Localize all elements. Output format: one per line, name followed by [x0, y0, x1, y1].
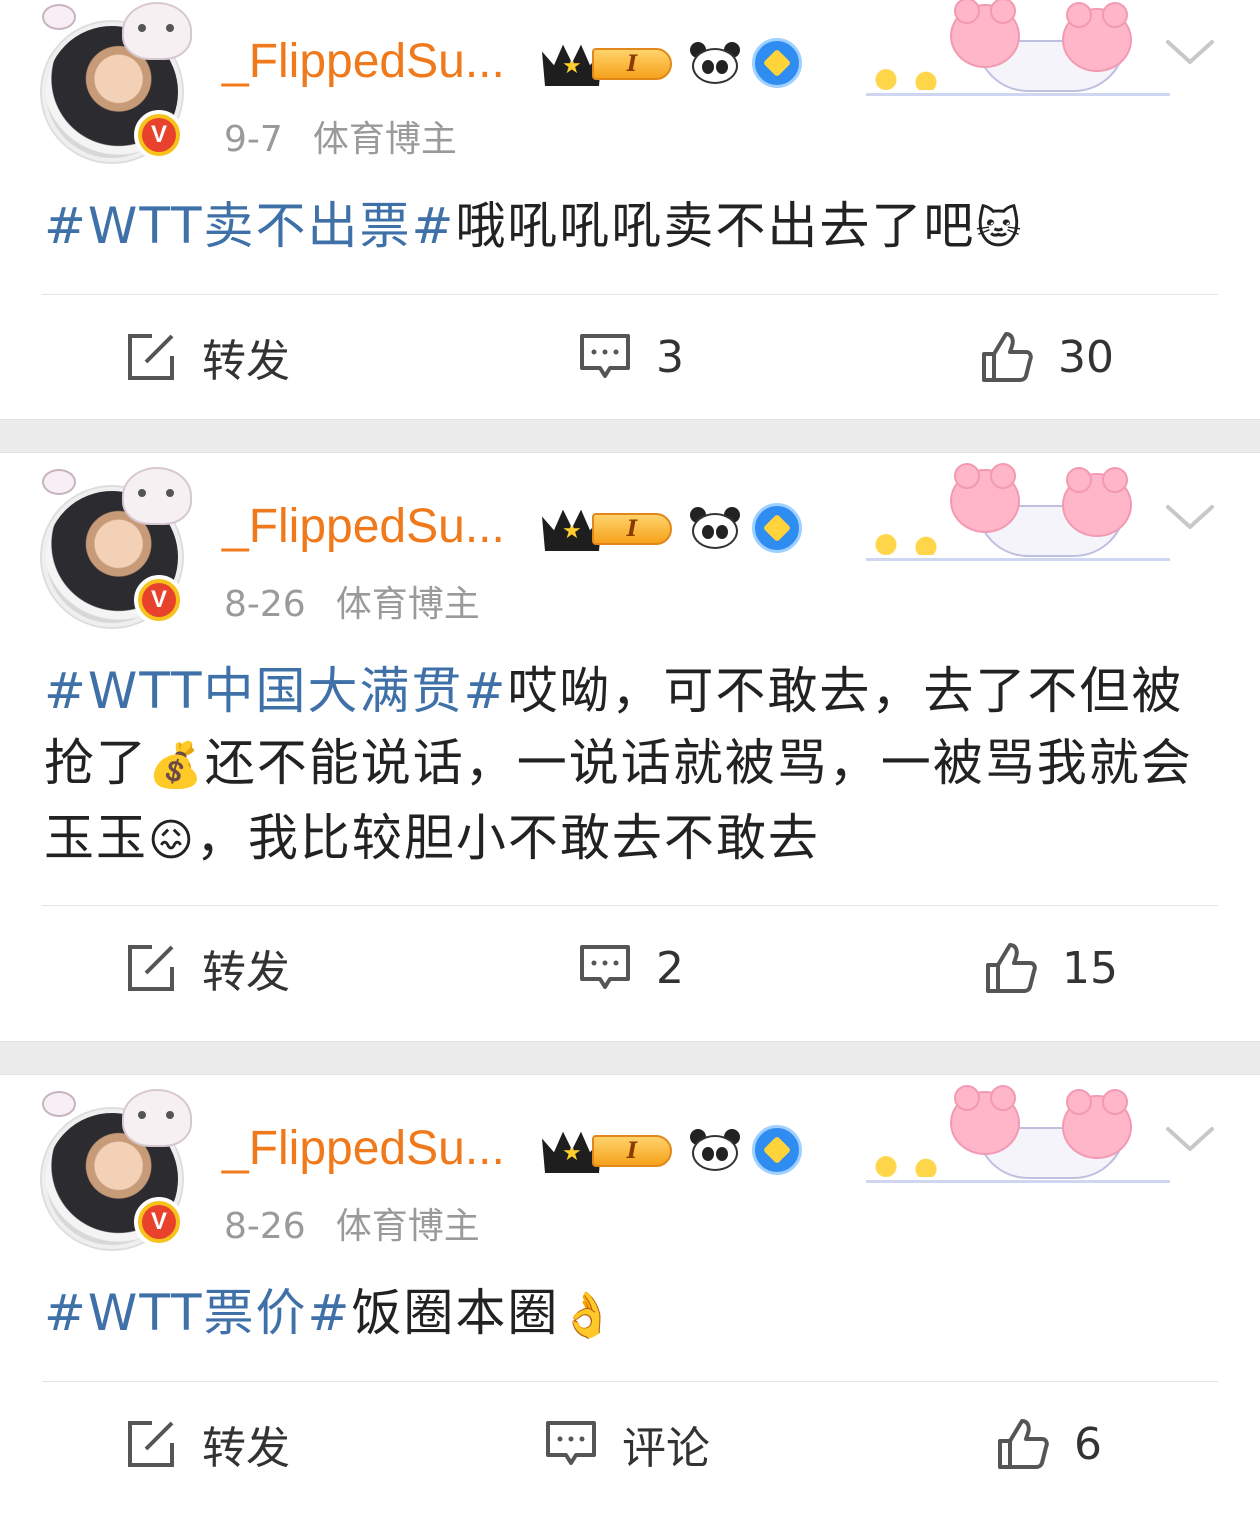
member-level-badge[interactable]: I: [542, 40, 674, 86]
repost-icon: [128, 1421, 174, 1467]
avatar[interactable]: V: [38, 467, 192, 629]
post-meta: 8-26 体育博主: [224, 1197, 480, 1249]
comment-button[interactable]: 评论: [544, 1382, 710, 1506]
post-date: 8-26: [224, 1206, 306, 1247]
user-role: 体育博主: [312, 119, 457, 160]
comment-count: 3: [656, 331, 684, 383]
repost-icon: [128, 334, 174, 380]
username[interactable]: _FlippedSu...: [222, 499, 505, 554]
post-meta: 8-26 体育博主: [224, 575, 480, 627]
repost-label: 转发: [202, 336, 290, 387]
avatar-frame-fish-icon: [42, 1091, 76, 1117]
comment-icon: [580, 945, 630, 989]
comment-icon: [546, 1421, 596, 1465]
emoji-ok-hand-icon: 👌: [559, 1290, 617, 1341]
avatar-frame-fish-icon: [42, 4, 76, 30]
like-button[interactable]: 30: [980, 295, 1114, 419]
post-body: ，我比较胆小不敢去不敢去: [195, 809, 820, 867]
like-count: 15: [1062, 942, 1118, 994]
member-level-badge[interactable]: I: [542, 505, 674, 551]
hashtag-link[interactable]: #WTT票价#: [44, 1284, 351, 1342]
card-decoration-bears: [866, 463, 1170, 565]
feed-separator: [0, 419, 1260, 453]
like-button[interactable]: 6: [996, 1382, 1102, 1506]
avatar-frame-fish-icon: [42, 469, 76, 495]
shield-badge-icon[interactable]: [752, 503, 802, 553]
thumbs-up-icon: [986, 943, 1037, 993]
action-bar: 转发 评论 6: [0, 1382, 1260, 1506]
post-header: V _FlippedSu... I 8-26 体育博主: [0, 1085, 1260, 1257]
avatar[interactable]: V: [38, 1089, 192, 1251]
repost-button[interactable]: 转发: [124, 295, 290, 419]
chevron-down-icon[interactable]: [1164, 499, 1216, 535]
post-card: V _FlippedSu... I 8-26 体育博主 #WTT中国大满贯#哎呦，…: [0, 453, 1260, 1041]
like-button[interactable]: 15: [984, 906, 1118, 1030]
post-text: #WTT中国大满贯#哎呦，可不敢去，去了不但被抢了💰还不能说话，一说话就被骂，一…: [0, 623, 1260, 905]
avatar-frame-cat-icon: [122, 467, 192, 525]
emoji-sad-face-icon: 😖: [148, 815, 196, 866]
level-label: I: [592, 48, 672, 80]
post-header: V _FlippedSu... I 9-7 体育博主: [0, 0, 1260, 170]
level-label: I: [592, 513, 672, 545]
like-count: 6: [1074, 1418, 1102, 1470]
post-date: 9-7: [224, 119, 283, 160]
card-decoration-bears: [866, 1085, 1170, 1187]
chevron-down-icon[interactable]: [1164, 34, 1216, 70]
panda-icon[interactable]: [690, 1127, 740, 1173]
avatar[interactable]: V: [38, 2, 192, 164]
comment-button[interactable]: 2: [578, 906, 684, 1030]
post-header: V _FlippedSu... I 8-26 体育博主: [0, 463, 1260, 635]
avatar-frame-cat-icon: [122, 2, 192, 60]
post-text: #WTT卖不出票#哦吼吼吼卖不出去了吧🐱: [0, 170, 1260, 294]
level-label: I: [592, 1135, 672, 1167]
weibo-feed: V _FlippedSu... I 9-7 体育博主 #WTT卖不出票#哦吼吼吼卖…: [0, 0, 1260, 1513]
thumbs-up-icon: [982, 332, 1033, 382]
comment-count: 2: [656, 942, 684, 994]
post-text: #WTT票价#饭圈本圈👌: [0, 1245, 1260, 1381]
post-card: V _FlippedSu... I 9-7 体育博主 #WTT卖不出票#哦吼吼吼卖…: [0, 0, 1260, 419]
shield-badge-icon[interactable]: [752, 38, 802, 88]
post-card: V _FlippedSu... I 8-26 体育博主 #WTT票价#饭圈本圈👌: [0, 1075, 1260, 1513]
card-decoration-bears: [866, 0, 1170, 100]
repost-icon: [128, 945, 174, 991]
verified-badge-icon: V: [134, 575, 184, 625]
comment-label: 评论: [622, 1423, 710, 1474]
emoji-money-bag-icon: 💰: [148, 740, 205, 791]
action-bar: 转发 2 15: [0, 906, 1260, 1030]
repost-button[interactable]: 转发: [124, 906, 290, 1030]
shield-badge-icon[interactable]: [752, 1125, 802, 1175]
post-body: 饭圈本圈: [351, 1284, 560, 1342]
user-role: 体育博主: [335, 1206, 480, 1247]
username[interactable]: _FlippedSu...: [222, 1121, 505, 1176]
panda-icon[interactable]: [690, 505, 740, 551]
chevron-down-icon[interactable]: [1164, 1121, 1216, 1157]
member-level-badge[interactable]: I: [542, 1127, 674, 1173]
hashtag-link[interactable]: #WTT卖不出票#: [44, 197, 455, 255]
like-count: 30: [1058, 331, 1114, 383]
username[interactable]: _FlippedSu...: [222, 34, 505, 89]
hashtag-link[interactable]: #WTT中国大满贯#: [44, 662, 507, 720]
repost-label: 转发: [202, 947, 290, 998]
user-role: 体育博主: [335, 584, 480, 625]
verified-badge-icon: V: [134, 110, 184, 160]
panda-icon[interactable]: [690, 40, 740, 86]
repost-label: 转发: [202, 1423, 290, 1474]
post-body: 哦吼吼吼卖不出去了吧: [455, 197, 976, 255]
avatar-frame-cat-icon: [122, 1089, 192, 1147]
repost-button[interactable]: 转发: [124, 1382, 290, 1506]
thumbs-up-icon: [998, 1419, 1049, 1469]
verified-badge-icon: V: [134, 1197, 184, 1247]
post-meta: 9-7 体育博主: [224, 110, 457, 162]
feed-separator: [0, 1041, 1260, 1075]
action-bar: 转发 3 30: [0, 295, 1260, 419]
emoji-cat-icon: 🐱: [975, 203, 1024, 254]
post-date: 8-26: [224, 584, 306, 625]
comment-button[interactable]: 3: [578, 295, 684, 419]
comment-icon: [580, 334, 630, 378]
